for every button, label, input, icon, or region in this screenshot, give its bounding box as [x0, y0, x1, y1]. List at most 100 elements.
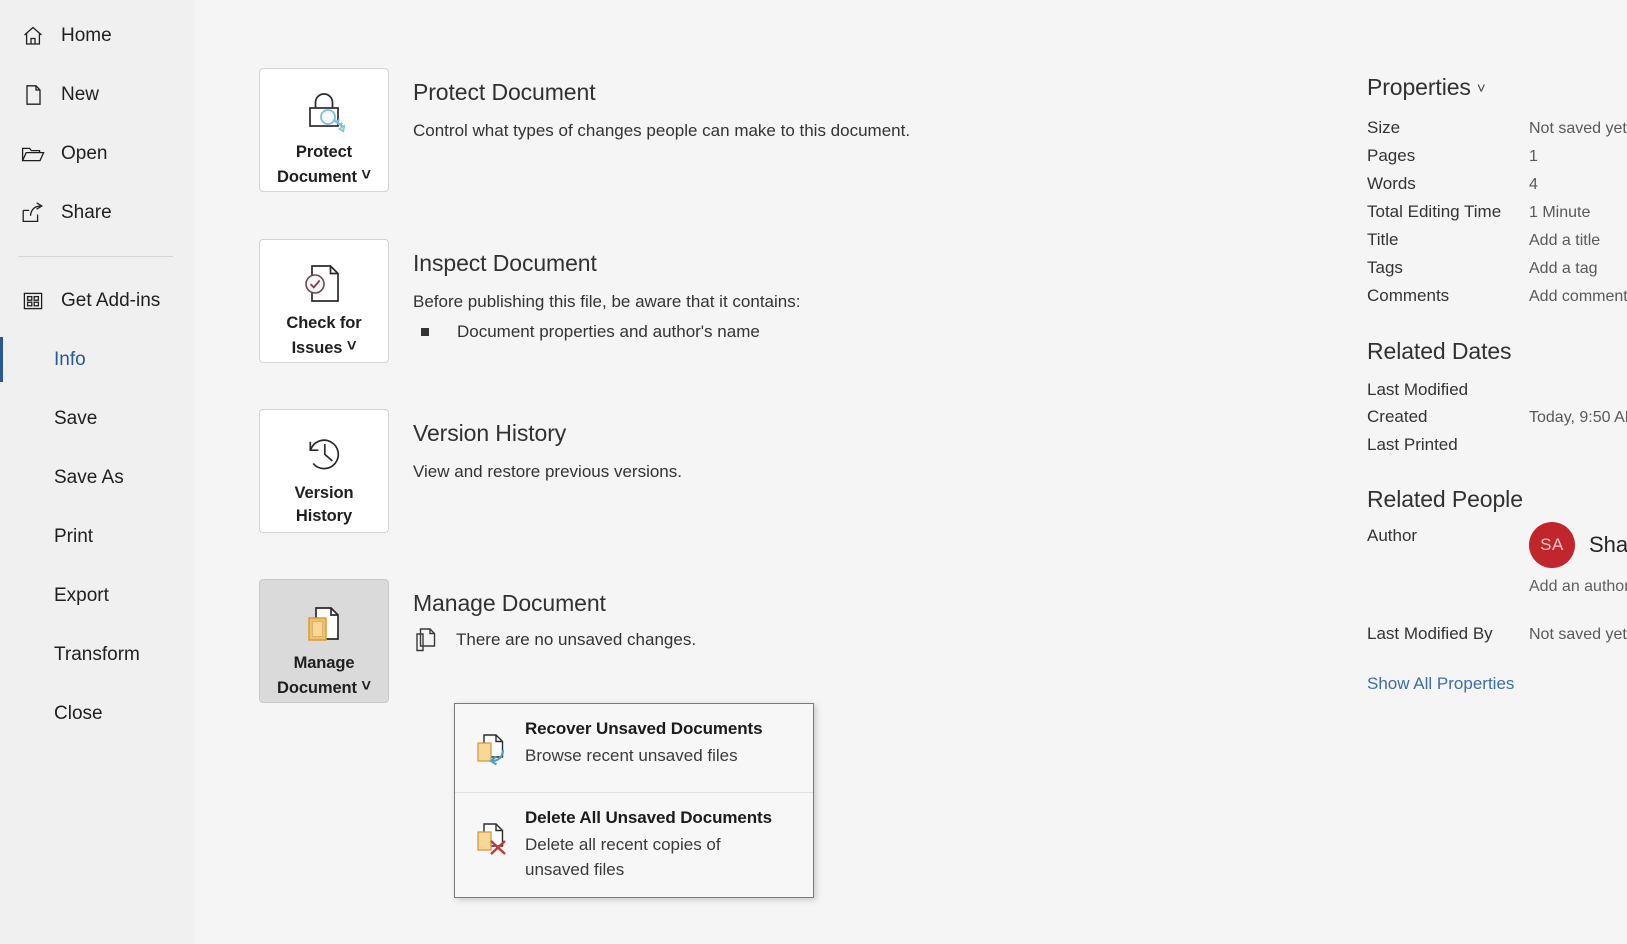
document-check-icon	[298, 254, 350, 312]
version-button-line2: History	[295, 507, 353, 525]
property-key: Words	[1367, 174, 1416, 193]
menu-item-subtitle: Browse recent unsaved files	[525, 746, 738, 765]
manage-status-row: There are no unsaved changes.	[413, 626, 696, 654]
property-value: 1 Minute	[1529, 204, 1591, 221]
inspect-button-line1: Check for	[286, 314, 362, 332]
author-key: Author	[1367, 526, 1418, 545]
backstage-sidebar: Home New Open Share Get Add-ins Info Sav…	[0, 0, 195, 944]
menu-item-recover-unsaved-documents[interactable]: Recover Unsaved Documents Browse recent …	[455, 704, 813, 792]
add-an-author-field[interactable]: Add an author	[1529, 578, 1627, 596]
sidebar-item-label: Transform	[54, 643, 140, 665]
property-row-comments[interactable]: Comments Add comments	[1367, 282, 1627, 310]
property-key: Pages	[1367, 146, 1416, 165]
property-row: Words 4	[1367, 170, 1627, 198]
protect-document-section: Protect Document ˅ Protect Document Cont…	[259, 68, 910, 192]
properties-panel: Properties ˅ Size Not saved yet Pages 1 W…	[1367, 0, 1627, 944]
properties-heading[interactable]: Properties ˅	[1367, 72, 1627, 104]
sidebar-item-new[interactable]: New	[0, 65, 195, 124]
show-all-properties-link[interactable]: Show All Properties	[1367, 674, 1627, 694]
property-row: Pages 1	[1367, 142, 1627, 170]
protect-document-button[interactable]: Protect Document ˅	[259, 68, 389, 192]
inspect-bullet-item: Document properties and author's name	[413, 319, 800, 345]
inspect-button-line2: Issues	[291, 339, 343, 357]
sidebar-item-label: Get Add-ins	[61, 289, 161, 311]
manage-document-dropdown-menu: Recover Unsaved Documents Browse recent …	[454, 703, 814, 898]
avatar: SA	[1529, 522, 1575, 568]
sidebar-item-info[interactable]: Info	[0, 330, 195, 389]
sidebar-item-home[interactable]: Home	[0, 6, 195, 65]
author-name[interactable]: Shan Abdul Khan	[1589, 522, 1627, 568]
related-date-key: Last Modified	[1367, 380, 1469, 399]
sidebar-item-export[interactable]: Export	[0, 566, 195, 625]
sidebar-item-share[interactable]: Share	[0, 183, 195, 242]
protect-button-line2: Document	[277, 168, 357, 186]
property-value-placeholder[interactable]: Add comments	[1529, 283, 1627, 310]
lock-key-icon	[298, 83, 350, 141]
unsaved-changes-icon	[413, 626, 439, 654]
inspect-document-text: Inspect Document Before publishing this …	[413, 239, 800, 363]
related-date-key: Last Printed	[1367, 435, 1458, 454]
bullet-square-icon	[421, 328, 429, 336]
folder-icon	[18, 139, 48, 169]
sidebar-item-transform[interactable]: Transform	[0, 625, 195, 684]
related-date-row: Created Today, 9:50 AM	[1367, 403, 1627, 431]
version-history-section: Version History Version History View and…	[259, 409, 682, 533]
inspect-document-section: Check for Issues ˅ Inspect Document Befo…	[259, 239, 800, 363]
related-date-row: Last Printed	[1367, 431, 1627, 458]
sidebar-item-open[interactable]: Open	[0, 124, 195, 183]
word-backstage-info-screen: Home New Open Share Get Add-ins Info Sav…	[0, 0, 1627, 944]
share-icon	[18, 198, 48, 228]
sidebar-item-close[interactable]: Close	[0, 684, 195, 743]
sidebar-item-label: Share	[61, 201, 112, 223]
manage-button-line1: Manage	[293, 654, 355, 672]
page-icon	[18, 80, 48, 110]
version-button-line1: Version	[294, 484, 354, 502]
home-icon	[18, 21, 48, 51]
menu-item-title: Recover Unsaved Documents	[525, 719, 763, 738]
version-history-description: View and restore previous versions.	[413, 462, 682, 481]
sidebar-item-label: New	[61, 83, 100, 105]
sidebar-item-print[interactable]: Print	[0, 507, 195, 566]
chevron-down-icon[interactable]: ˅	[1477, 74, 1486, 104]
manage-document-text: Manage Document There are no unsaved cha…	[413, 579, 696, 703]
sidebar-item-get-add-ins[interactable]: Get Add-ins	[0, 271, 195, 330]
manage-document-icon	[298, 594, 350, 652]
manage-status-text: There are no unsaved changes.	[456, 630, 697, 649]
version-history-button[interactable]: Version History	[259, 409, 389, 533]
property-row-title[interactable]: Title Add a title	[1367, 226, 1627, 254]
property-row: Total Editing Time 1 Minute	[1367, 198, 1627, 226]
property-key: Title	[1367, 230, 1399, 249]
last-modified-by-row: Last Modified By Not saved yet	[1367, 620, 1627, 648]
property-row-tags[interactable]: Tags Add a tag	[1367, 254, 1627, 282]
manage-button-line2: Document	[277, 679, 357, 697]
chevron-down-icon: ˅	[346, 337, 357, 355]
sidebar-item-label: Info	[54, 348, 86, 370]
property-value-placeholder[interactable]: Add a title	[1529, 227, 1600, 254]
protect-document-description: Control what types of changes people can…	[413, 121, 911, 140]
clock-history-icon	[298, 424, 350, 482]
last-modified-by-key: Last Modified By	[1367, 624, 1493, 643]
related-people-heading: Related People	[1367, 486, 1523, 512]
manage-document-section: Manage Document ˅ Manage Document There …	[259, 579, 696, 703]
sidebar-item-label: Save	[54, 407, 98, 429]
sidebar-item-label: Close	[54, 702, 103, 724]
recover-document-icon	[473, 717, 519, 777]
property-key: Comments	[1367, 286, 1450, 305]
property-value-placeholder[interactable]: Add a tag	[1529, 255, 1598, 282]
protect-document-text: Protect Document Control what types of c…	[413, 68, 910, 192]
property-key: Size	[1367, 118, 1401, 137]
sidebar-item-save[interactable]: Save	[0, 389, 195, 448]
sidebar-item-label: Export	[54, 584, 109, 606]
sidebar-item-save-as[interactable]: Save As	[0, 448, 195, 507]
check-for-issues-button[interactable]: Check for Issues ˅	[259, 239, 389, 363]
menu-item-delete-all-unsaved-documents[interactable]: Delete All Unsaved Documents Delete all …	[455, 792, 813, 897]
related-date-row: Last Modified	[1367, 376, 1627, 403]
property-value: Not saved yet	[1529, 120, 1627, 137]
sidebar-item-label: Print	[54, 525, 94, 547]
related-dates-table: Last Modified Created Today, 9:50 AM Las…	[1367, 376, 1627, 458]
grid-icon	[18, 286, 48, 316]
delete-document-icon	[473, 806, 519, 866]
last-modified-by-value: Not saved yet	[1529, 626, 1627, 643]
related-date-key: Created	[1367, 407, 1428, 426]
manage-document-button[interactable]: Manage Document ˅	[259, 579, 389, 703]
